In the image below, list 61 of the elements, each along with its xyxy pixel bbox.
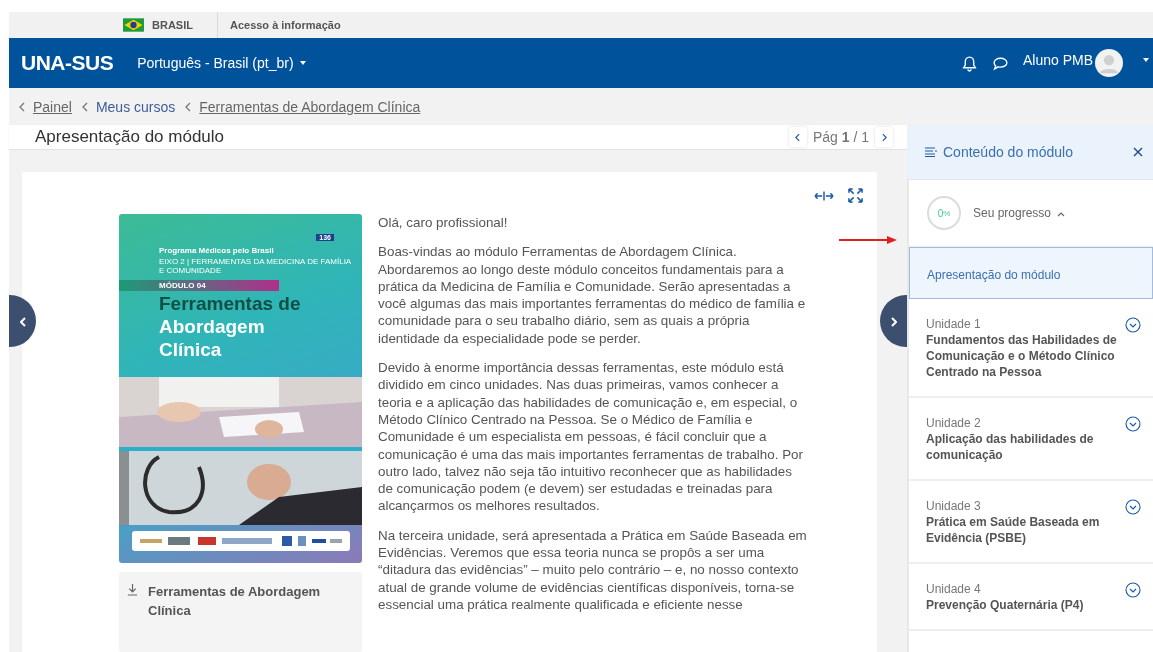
flag-icon <box>123 18 144 32</box>
access-link[interactable]: Acesso à informação <box>229 19 341 31</box>
chat-icon[interactable] <box>991 54 1009 72</box>
list-icon <box>925 147 937 157</box>
breadcrumb-link[interactable]: Ferramentas de Abordagem Clínica <box>199 98 421 115</box>
unit-label: Unidade 4 <box>926 582 982 597</box>
paragraph: Na terceira unidade, será apresentada a Prática em Saúde Baseada em Evidências. Veremos que essa teoria nunca se propôs a ser uma “ditadura das evidências” – muito pelo contrário – e, no nosso contexto atual de grande volume de evidências científicas disponíveis, torna-se essencial uma prática realmente qualificada e eficiente nesse <box>378 526 808 614</box>
progress-toggle[interactable]: Seu progresso <box>973 206 1066 220</box>
panel-title: Conteúdo do módulo <box>943 144 1073 160</box>
chevron-left-icon <box>81 101 88 112</box>
chevron-right-icon <box>890 316 897 327</box>
progress-ring: 0% <box>927 196 961 230</box>
cover-program: Programa Médicos pelo Brasil <box>159 246 275 255</box>
page-indicator: Pág 1 / 1 <box>812 129 869 145</box>
paragraph: Boas-vindas ao módulo Ferramentas de Abordagem Clínica. Abordaremos ao longo deste módulo conceitos fundamentais para a prática da Medicina de Família e Comunidade. Serão apresentadas a você algumas das mais importantes ferramentas do médico de família e comunidade para o seu trabalho diário, sem as quais a própria identidade da especialidade pode se perder. <box>378 243 807 348</box>
cover-module-label: MÓDULO 04 <box>119 280 279 291</box>
unit-label: Unidade 3 <box>926 499 982 514</box>
expand-width-icon[interactable] <box>814 190 834 202</box>
breadcrumb-link[interactable]: Painel <box>33 98 72 115</box>
paragraph: Olá, caro profissional! <box>378 214 509 232</box>
download-link[interactable]: Ferramentas de Abordagem Clínica <box>119 572 362 652</box>
chevron-right-icon <box>881 133 887 142</box>
expand-icon[interactable] <box>1125 416 1141 432</box>
item-title: Fundamentos das Habilidades de Comunicação e o Método Clínico Centrado na Pessoa <box>926 332 1118 380</box>
chevron-left-icon <box>185 101 192 112</box>
module-item[interactable]: Apresentação do módulo <box>909 247 1153 299</box>
chevron-left-icon <box>19 316 26 327</box>
item-title: Prevenção Quaternária (P4) <box>926 597 1085 613</box>
expand-icon[interactable] <box>1125 499 1141 515</box>
paragraph: Devido à enorme importância dessas ferramentas, este módulo está dividido em cinco unidades. Nas duas primeiras, vamos conhecer a teoria e a aplicação das habilidades de comunicação e, em especial, o Método Clínico Centrado na Pessoa. Se o Médico de Família e Comunidade é um especialista em pessoas, é fácil concluir que a comunicação é uma das mais importantes ferramentas de trabalho. Por outro lado, talvez não seja tão intuitivo reconhecer que as habilidades de comunicação podem (e devem) ser estudadas e treinadas para alcançarmos os melhores resultados. <box>378 359 804 515</box>
next-page-button[interactable] <box>875 127 893 147</box>
cover-axis: EIXO 2 | FERRAMENTAS DA MEDICINA DE FAMÍLIA E COMUNIDADE <box>159 257 352 275</box>
avatar-icon[interactable] <box>1095 49 1123 77</box>
breadcrumb-link[interactable]: Meus cursos <box>95 98 176 115</box>
language-dropdown[interactable]: Português - Brasil (pt_br) <box>137 55 306 71</box>
item-title: Aplicação das habilidades de comunicação <box>926 431 1095 463</box>
expand-icon[interactable] <box>1125 582 1141 598</box>
chevron-left-icon <box>19 101 25 112</box>
module-item[interactable]: Unidade 2 Aplicação das habilidades de comunicação <box>909 398 1153 481</box>
next-section-button[interactable] <box>880 295 907 347</box>
cover-title: Ferramentas de Abordagem Clínica <box>159 292 302 361</box>
chevron-left-icon <box>795 133 801 142</box>
item-title: Prática em Saúde Baseada em Evidência (PSBE) <box>926 514 1101 546</box>
page-title: Apresentação do módulo <box>35 127 225 147</box>
expand-icon[interactable] <box>1125 317 1141 333</box>
unit-label: Unidade 2 <box>926 416 982 431</box>
unit-label: Unidade 1 <box>926 317 982 332</box>
site-logo[interactable]: UNA-SUS <box>21 51 114 75</box>
module-item[interactable]: Unidade 1 Fundamentos das Habilidades de Comunicação e o Método Clínico Centrado na Pessoa <box>909 299 1153 398</box>
item-title: Apresentação do módulo <box>927 267 1062 283</box>
chevron-up-icon <box>1057 212 1066 217</box>
module-item[interactable]: Unidade 4 Prevenção Quaternária (P4) <box>909 564 1153 631</box>
user-menu-caret-icon[interactable] <box>1143 58 1149 62</box>
country-label[interactable]: BRASIL <box>152 19 193 31</box>
module-item[interactable]: Unidade 3 Prática em Saúde Baseada em Evidência (PSBE) <box>909 481 1153 564</box>
previous-page-button[interactable] <box>788 127 807 147</box>
user-name[interactable]: Aluno PMB <box>1022 52 1093 68</box>
download-icon <box>127 583 138 596</box>
fullscreen-icon[interactable] <box>848 188 863 203</box>
pointer-arrow <box>839 235 899 245</box>
bell-icon[interactable] <box>960 54 978 72</box>
